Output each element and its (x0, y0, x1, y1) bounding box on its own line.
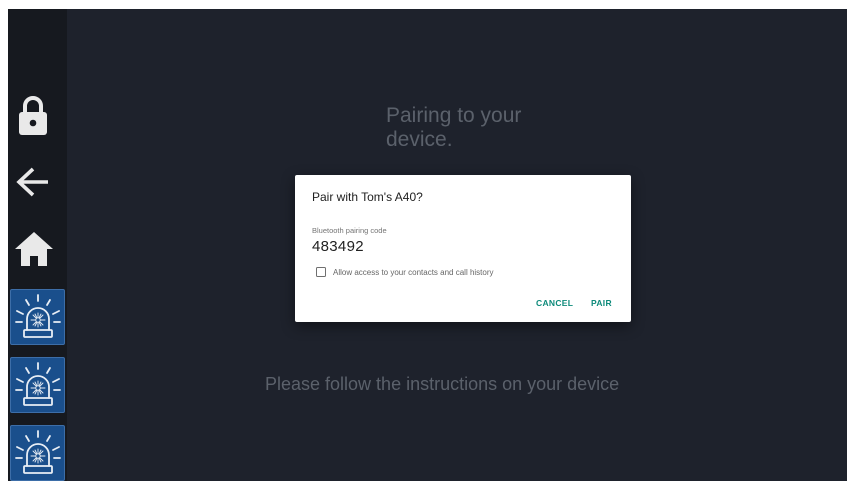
back-arrow-icon[interactable] (15, 164, 51, 200)
alarm-siren-icon (14, 430, 61, 474)
contacts-access-checkbox-row[interactable]: Allow access to your contacts and call h… (316, 267, 494, 277)
pairing-headline: Pairing to your device. (386, 104, 522, 151)
pairing-code-value: 483492 (312, 238, 364, 255)
contacts-access-label: Allow access to your contacts and call h… (333, 267, 494, 277)
lock-icon[interactable] (17, 94, 49, 136)
contacts-access-checkbox[interactable] (316, 267, 326, 277)
alarm-button-2[interactable] (10, 357, 65, 413)
home-icon[interactable] (15, 231, 53, 267)
alarm-button-1[interactable] (10, 289, 65, 345)
pair-button[interactable]: PAIR (591, 298, 612, 308)
cancel-button[interactable]: CANCEL (536, 298, 573, 308)
alarm-button-3[interactable] (10, 425, 65, 481)
screen: Pairing to your device. Pair with Tom's … (8, 9, 847, 481)
dialog-title: Pair with Tom's A40? (312, 190, 423, 204)
sidebar (8, 9, 67, 481)
alarm-siren-icon (14, 362, 61, 406)
instruction-text: Please follow the instructions on your d… (265, 374, 620, 394)
pairing-dialog: Pair with Tom's A40? Bluetooth pairing c… (295, 175, 631, 322)
pairing-code-label: Bluetooth pairing code (312, 226, 387, 235)
alarm-siren-icon (14, 294, 61, 338)
